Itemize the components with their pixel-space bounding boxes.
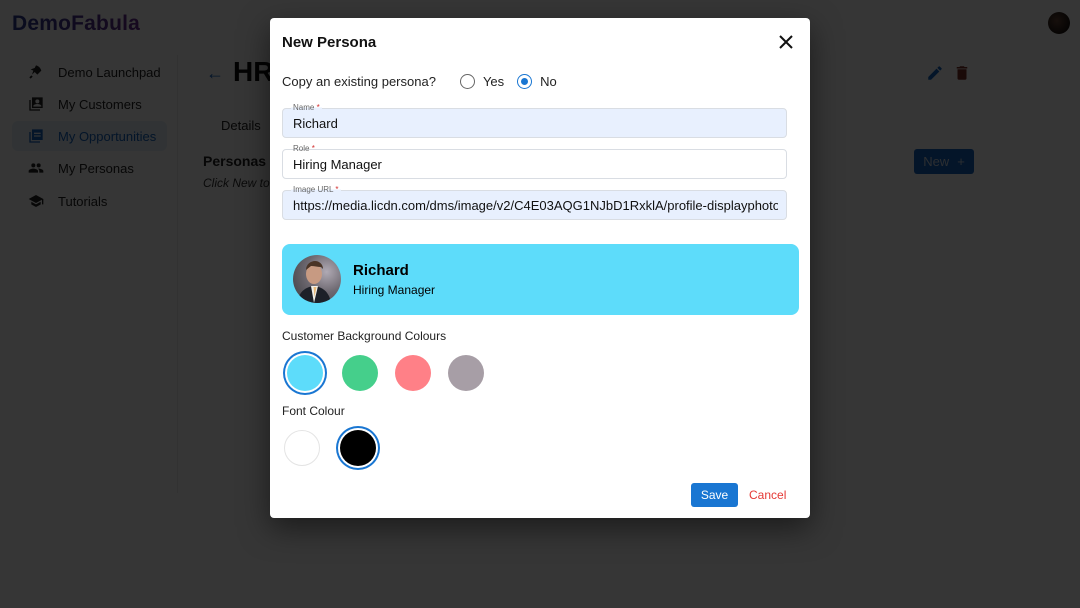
bg-swatch-grey[interactable] [448, 355, 484, 391]
bg-swatch-green[interactable] [342, 355, 378, 391]
name-input[interactable] [293, 116, 778, 131]
copy-option-yes[interactable]: Yes [459, 73, 505, 89]
bg-swatch-pink[interactable] [395, 355, 431, 391]
save-button[interactable]: Save [691, 483, 738, 507]
bg-swatch-cyan[interactable] [287, 355, 323, 391]
preview-role: Hiring Manager [353, 283, 436, 297]
background-colours-label: Customer Background Colours [282, 329, 447, 343]
cancel-button[interactable]: Cancel [749, 483, 786, 507]
close-icon[interactable] [776, 32, 796, 52]
radio-no[interactable] [517, 73, 533, 89]
radio-yes[interactable] [459, 73, 475, 89]
image-url-input[interactable] [293, 198, 778, 213]
persona-photo [293, 255, 341, 303]
role-field-label: Role * [291, 144, 317, 153]
copy-persona-question: Copy an existing persona? [282, 73, 436, 89]
preview-name: Richard [353, 262, 409, 279]
name-field-label: Name * [291, 103, 322, 112]
font-colour-label: Font Colour [282, 404, 345, 418]
name-field[interactable]: Name * [282, 103, 787, 138]
role-input[interactable] [293, 157, 778, 172]
copy-persona-row: Copy an existing persona? Yes No [282, 73, 557, 89]
role-field[interactable]: Role * [282, 144, 787, 179]
dialog-title: New Persona [282, 34, 377, 51]
persona-preview-card: Richard Hiring Manager [282, 244, 799, 315]
image-url-field[interactable]: Image URL * [282, 185, 787, 220]
radio-no-label: No [540, 73, 557, 89]
radio-yes-label: Yes [482, 73, 505, 89]
font-swatch-black[interactable] [340, 430, 376, 466]
font-swatch-white[interactable] [284, 430, 320, 466]
new-persona-dialog: New Persona Copy an existing persona? Ye… [270, 18, 810, 518]
copy-option-no[interactable]: No [517, 73, 557, 89]
image-url-field-label: Image URL * [291, 185, 341, 194]
